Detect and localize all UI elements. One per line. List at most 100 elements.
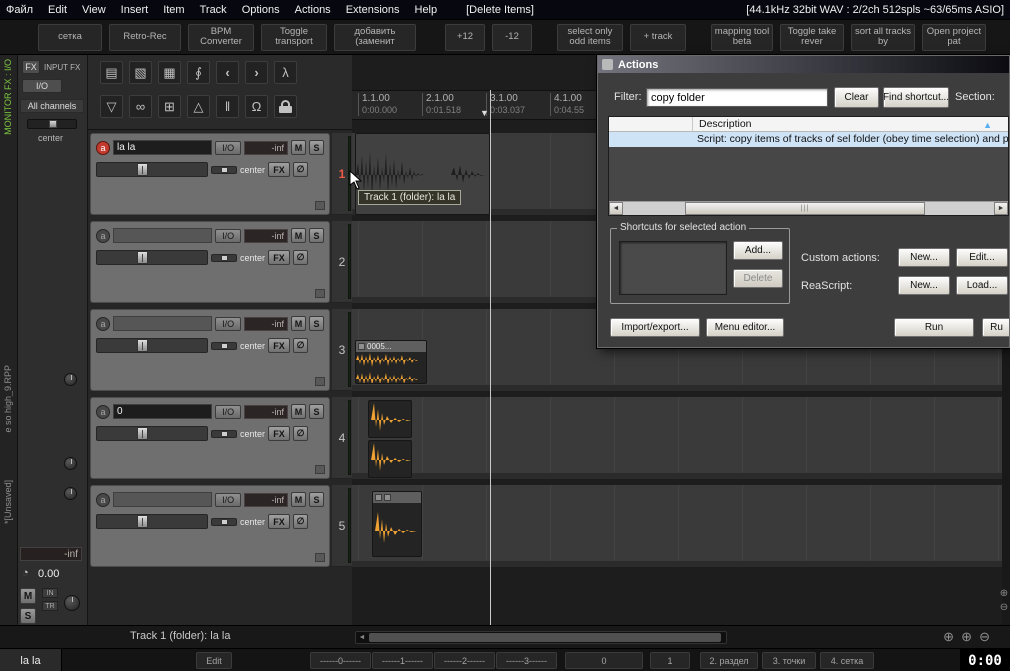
toolbar-toggle-take-button[interactable]: Toggle take rever xyxy=(780,23,844,51)
folder-fold-button[interactable] xyxy=(315,201,325,210)
track-panel-4[interactable]: a 0 I/O -inf M S center FX ∅ xyxy=(90,397,330,479)
menu-item[interactable]: Item xyxy=(163,4,184,16)
toolbar-minus12-button[interactable]: -12 xyxy=(492,23,532,51)
knob[interactable] xyxy=(64,487,77,500)
scroll-left-icon[interactable]: ◄ xyxy=(609,202,623,215)
menu-view[interactable]: View xyxy=(82,4,106,16)
master-io-button[interactable]: I/O xyxy=(22,79,62,93)
io-button[interactable]: I/O xyxy=(214,404,242,419)
pan-handle[interactable] xyxy=(221,430,228,437)
new-project-icon[interactable]: ▤ xyxy=(100,61,123,84)
phase-button[interactable]: ∅ xyxy=(293,514,309,529)
mute-button[interactable]: M xyxy=(291,228,306,243)
list-header-shortcut-column[interactable] xyxy=(609,117,693,131)
menu-help[interactable]: Help xyxy=(415,4,438,16)
solo-button[interactable]: S xyxy=(309,492,324,507)
pan-slider[interactable] xyxy=(211,429,237,438)
menu-extensions[interactable]: Extensions xyxy=(346,4,400,16)
tab-3[interactable]: ------3------ xyxy=(496,652,557,669)
media-item-track4b[interactable] xyxy=(368,440,412,478)
menu-editor-button[interactable]: Menu editor... xyxy=(706,318,784,337)
toolbar-add-replace-button[interactable]: добавить (заменит xyxy=(334,23,416,51)
phase-button[interactable]: ∅ xyxy=(293,250,309,265)
folder-fold-button[interactable] xyxy=(315,289,325,298)
record-arm-button[interactable]: a xyxy=(96,492,110,507)
fader-handle[interactable] xyxy=(137,427,148,440)
io-button[interactable]: I/O xyxy=(214,492,242,507)
track-lane-5[interactable] xyxy=(352,485,1010,567)
scroll-left-icon[interactable]: ◄ xyxy=(356,632,368,643)
track-lane-4[interactable] xyxy=(352,397,1010,479)
zoom-in-icon[interactable]: ⊕ xyxy=(943,629,954,644)
list-header-row[interactable]: Description ▲ xyxy=(609,117,1008,132)
add-shortcut-button[interactable]: Add... xyxy=(733,241,783,260)
folder-fold-button[interactable] xyxy=(315,377,325,386)
pan-slider[interactable] xyxy=(211,517,237,526)
tab-razdel[interactable]: 2. раздел xyxy=(700,652,758,669)
track-panel-3[interactable]: a I/O -inf M S center FX ∅ xyxy=(90,309,330,391)
master-fx-button[interactable]: FX xyxy=(22,60,40,74)
toolbar-add-track-button[interactable]: + track xyxy=(630,23,686,51)
menu-track[interactable]: Track xyxy=(200,4,227,16)
link-icon[interactable]: ∞ xyxy=(129,95,152,118)
lock-icon[interactable] xyxy=(274,95,297,118)
fader-handle[interactable] xyxy=(137,515,148,528)
menu-insert[interactable]: Insert xyxy=(121,4,149,16)
track-panel-5[interactable]: a I/O -inf M S center FX ∅ xyxy=(90,485,330,567)
track-name-field[interactable]: la la xyxy=(113,140,212,155)
monitor-in-button[interactable]: IN xyxy=(42,588,58,598)
toolbar-bpm-converter-button[interactable]: BPM Converter xyxy=(188,23,254,51)
master-knob[interactable] xyxy=(64,595,80,611)
find-shortcut-button[interactable]: Find shortcut... xyxy=(883,87,949,108)
fader-handle[interactable] xyxy=(137,251,148,264)
phase-button[interactable]: ∅ xyxy=(293,162,309,177)
menu-edit[interactable]: Edit xyxy=(48,4,67,16)
tab-0[interactable]: ------0------ xyxy=(310,652,371,669)
pan-handle[interactable] xyxy=(221,254,228,261)
snap-magnet-icon[interactable]: Ω xyxy=(245,95,268,118)
media-item-track5[interactable] xyxy=(372,491,422,557)
phase-button[interactable]: ∅ xyxy=(293,426,309,441)
pan-handle[interactable] xyxy=(221,342,228,349)
zoom-out-icon[interactable]: ⊖ xyxy=(979,629,990,644)
zoom-in-vertical-icon[interactable]: ⊕ xyxy=(998,588,1010,599)
menu-file[interactable]: Файл xyxy=(6,4,33,16)
mute-button[interactable]: M xyxy=(291,492,306,507)
record-arm-button[interactable]: a xyxy=(96,404,110,419)
pan-handle[interactable] xyxy=(221,518,228,525)
menu-options[interactable]: Options xyxy=(242,4,280,16)
master-solo-button[interactable]: S xyxy=(20,608,36,624)
pan-fader-handle[interactable] xyxy=(49,120,57,128)
master-mute-button[interactable]: M xyxy=(20,588,36,604)
mute-button[interactable]: M xyxy=(291,140,306,155)
track-name-field[interactable]: 0 xyxy=(113,404,212,419)
mute-button[interactable]: M xyxy=(291,316,306,331)
tab-1[interactable]: ------1------ xyxy=(372,652,433,669)
media-item-track3[interactable]: 0005... xyxy=(355,340,427,384)
master-pan-fader[interactable] xyxy=(27,119,77,129)
solo-button[interactable]: S xyxy=(309,316,324,331)
scroll-right-icon[interactable]: ► xyxy=(994,202,1008,215)
record-arm-button[interactable]: a xyxy=(96,140,110,155)
pan-slider[interactable] xyxy=(211,253,237,262)
fx-button[interactable]: FX xyxy=(268,162,291,177)
filter-icon[interactable]: ▽ xyxy=(100,95,123,118)
folder-fold-button[interactable] xyxy=(315,553,325,562)
monitor-tr-button[interactable]: TR xyxy=(42,601,58,611)
toolbar-retro-rec-button[interactable]: Retro-Rec xyxy=(109,23,181,51)
fx-button[interactable]: FX xyxy=(268,426,291,441)
pan-slider[interactable] xyxy=(211,165,237,174)
fx-button[interactable]: FX xyxy=(268,250,291,265)
custom-action-edit-button[interactable]: Edit... xyxy=(956,248,1008,267)
tab-2[interactable]: ------2------ xyxy=(434,652,495,669)
track-name-field[interactable] xyxy=(113,228,212,243)
toolbar-grid-button[interactable]: сетка xyxy=(38,23,102,51)
item-icon[interactable] xyxy=(375,494,382,501)
undo-icon[interactable]: ‹ xyxy=(216,61,239,84)
all-channels-button[interactable]: All channels xyxy=(20,99,84,113)
fx-button[interactable]: FX xyxy=(268,514,291,529)
folder-fold-button[interactable] xyxy=(315,465,325,474)
solo-button[interactable]: S xyxy=(309,404,324,419)
edit-cursor[interactable] xyxy=(490,90,491,625)
ripple-icon[interactable]: ‖ xyxy=(216,95,239,118)
